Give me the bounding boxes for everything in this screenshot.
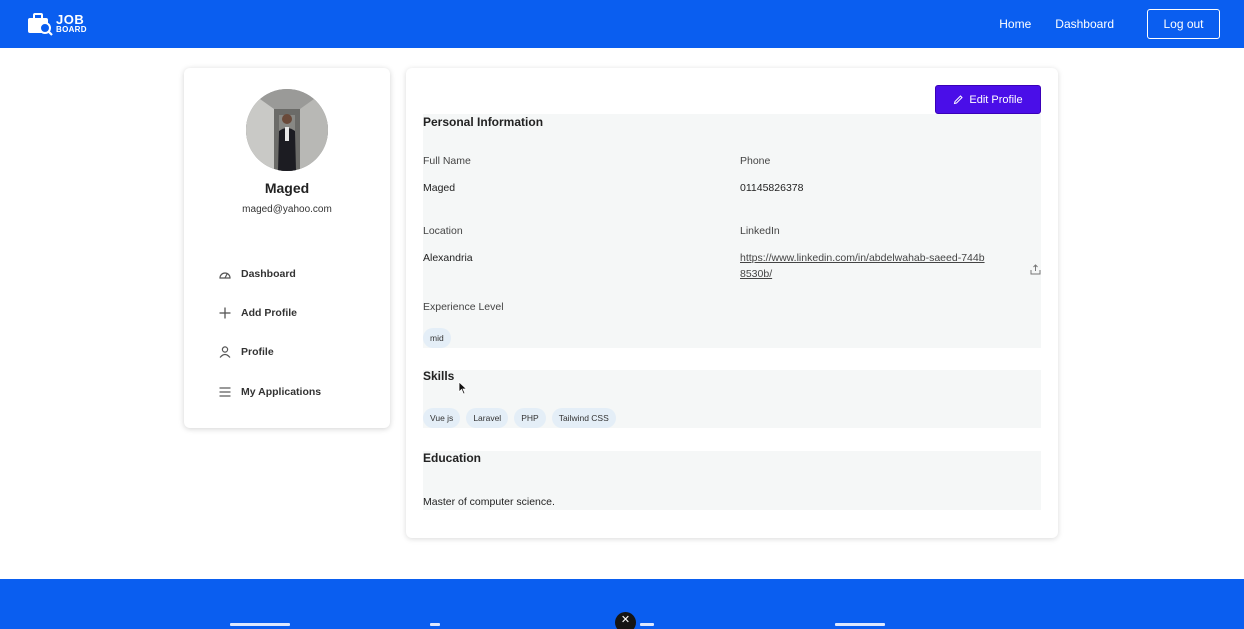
sidebar-item-add-profile[interactable]: Add Profile	[218, 306, 297, 320]
skill-badge: Tailwind CSS	[551, 408, 616, 428]
skill-badge: Vue js	[423, 408, 461, 428]
list-icon	[219, 387, 231, 397]
footer-text-fragment	[640, 623, 654, 626]
page-footer: ✕	[0, 579, 1244, 629]
sidebar-item-label: My Applications	[241, 386, 322, 398]
briefcase-search-icon	[27, 12, 53, 36]
skill-badge: PHP	[514, 408, 546, 428]
nav-dashboard-link[interactable]: Dashboard	[1055, 17, 1114, 31]
phone-value: 01145826378	[740, 182, 804, 194]
experience-label: Experience Level	[423, 301, 504, 313]
share-icon[interactable]	[1030, 262, 1041, 275]
section-title: Skills	[423, 369, 455, 383]
brand-text: JOB BOARD	[56, 13, 87, 35]
x-social-icon[interactable]: ✕	[615, 612, 636, 629]
experience-badge: mid	[423, 328, 451, 348]
skills-section: Skills Vue js Laravel PHP Tailwind CSS	[423, 369, 1041, 428]
profile-sidebar: Maged maged@yahoo.com Dashboard Add Prof…	[184, 68, 390, 428]
dashboard-icon	[219, 272, 231, 279]
user-name: Maged	[264, 180, 310, 196]
sidebar-item-dashboard[interactable]: Dashboard	[218, 267, 296, 281]
edit-profile-button[interactable]: Edit Profile	[935, 85, 1041, 114]
plus-icon	[219, 307, 231, 319]
linkedin-link[interactable]: https://www.linkedin.com/in/abdelwahab-s…	[740, 250, 990, 282]
pencil-icon	[954, 95, 964, 105]
linkedin-label: LinkedIn	[740, 225, 780, 237]
location-value: Alexandria	[423, 252, 473, 264]
footer-text-fragment	[835, 623, 885, 626]
footer-text-fragment	[230, 623, 290, 626]
education-value: Master of computer science.	[423, 496, 555, 508]
section-title: Education	[423, 451, 482, 465]
footer-text-fragment	[430, 623, 440, 626]
education-section: Education Master of computer science.	[423, 451, 1041, 510]
edit-profile-label: Edit Profile	[969, 93, 1023, 106]
profile-details-card: Edit Profile Personal Information Full N…	[406, 68, 1058, 538]
top-navbar: JOB BOARD Home Dashboard Log out	[0, 0, 1244, 48]
phone-label: Phone	[740, 155, 771, 167]
sidebar-item-profile[interactable]: Profile	[218, 345, 274, 359]
location-label: Location	[423, 225, 463, 237]
full-name-label: Full Name	[423, 155, 471, 167]
user-email: maged@yahoo.com	[242, 204, 332, 215]
skills-pill-row: Vue js Laravel PHP Tailwind CSS	[423, 408, 622, 428]
brand-line-2: BOARD	[56, 25, 87, 35]
sidebar-item-label: Profile	[241, 346, 274, 358]
logout-button[interactable]: Log out	[1147, 9, 1220, 39]
full-name-value: Maged	[423, 182, 456, 194]
sidebar-item-my-applications[interactable]: My Applications	[218, 385, 321, 399]
avatar	[246, 89, 328, 171]
user-icon	[219, 346, 231, 358]
sidebar-item-label: Add Profile	[241, 307, 298, 319]
section-title: Personal Information	[423, 115, 544, 129]
nav-home-link[interactable]: Home	[999, 17, 1031, 31]
skill-badge: Laravel	[466, 408, 509, 428]
brand-logo[interactable]: JOB BOARD	[27, 12, 87, 36]
sidebar-item-label: Dashboard	[241, 268, 296, 280]
experience-pill-row: mid	[423, 328, 457, 348]
nav-links: Home Dashboard Log out	[999, 9, 1220, 39]
mouse-cursor-icon	[458, 381, 468, 395]
personal-information-section: Personal Information Full Name Maged Pho…	[423, 114, 1041, 348]
